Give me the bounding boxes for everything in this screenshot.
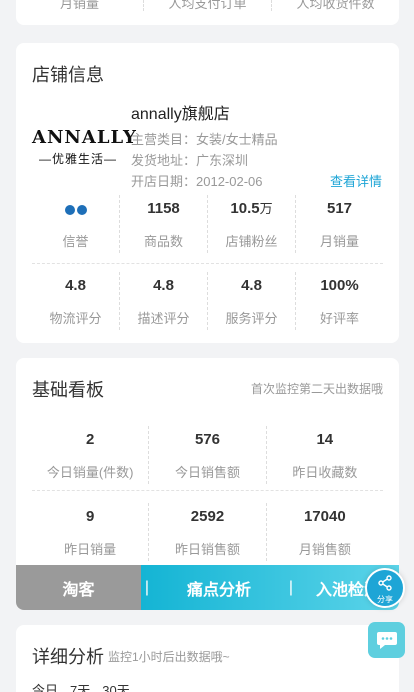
stat-label: 昨日销售额	[174, 542, 240, 557]
stat-label: 月销量	[319, 234, 359, 249]
stat-value: 4.8	[65, 277, 86, 294]
stat-fans: 10.5万 店铺粉丝	[207, 195, 295, 253]
stat-value: 576	[194, 431, 220, 448]
stat-value: 2592	[190, 508, 225, 525]
stat-value: 4.8	[241, 277, 262, 294]
stat-today-sales-count: 2 今日销量(件数)	[32, 426, 148, 484]
shop-logo-text: ANNALLY	[32, 127, 137, 148]
view-details-link[interactable]: 查看详情	[330, 171, 382, 190]
board-title: 基础看板	[32, 380, 104, 400]
stat-label: 今日销售额	[174, 465, 240, 480]
summary-card-partial: 月销量 人均支付订单 人均收货件数	[16, 0, 399, 25]
stat-label: 物流评分	[49, 311, 102, 326]
stat-value: 2	[85, 431, 95, 448]
divider	[32, 263, 383, 264]
shop-category: 主营类目：女装/女士精品	[131, 132, 278, 147]
stat-positive-rate: 100% 好评率	[295, 272, 383, 330]
share-label: 分享	[377, 595, 393, 604]
stat-yesterday-sales: 9 昨日销量	[32, 503, 148, 561]
tab-today[interactable]: 今日	[32, 680, 58, 692]
summary-label: 人均支付订单	[143, 0, 271, 11]
share-icon	[378, 575, 392, 591]
stat-label: 店铺粉丝	[225, 234, 278, 249]
detail-analysis-card: 详细分析 监控1小时后出数据哦~ 今日 7天 30天	[16, 625, 399, 692]
stat-logistics: 4.8 物流评分	[32, 272, 119, 330]
stat-product-count: 1158 商品数	[119, 195, 207, 253]
divider	[32, 490, 383, 491]
shop-open-date: 开店日期：2012-02-06	[131, 174, 263, 189]
stat-value: 14	[316, 431, 334, 448]
stat-label: 昨日收藏数	[292, 465, 358, 480]
stat-today-revenue: 576 今日销售额	[148, 426, 265, 484]
detail-title: 详细分析	[32, 647, 104, 667]
shop-rating-row: 4.8 物流评分 4.8 描述评分 4.8 服务评分 100% 好评率	[32, 272, 383, 330]
tab-7-days[interactable]: 7天	[70, 680, 90, 692]
shop-info-card: 店铺信息 ANNALLY —优雅生活— annally旗舰店 主营类目：女装/女…	[16, 43, 399, 343]
chat-button[interactable]	[368, 622, 405, 658]
stat-description: 4.8 描述评分	[119, 272, 207, 330]
stat-value: 4.8	[153, 277, 174, 294]
stat-value: 10.5	[230, 200, 260, 217]
stat-label: 服务评分	[225, 311, 278, 326]
stat-value: 17040	[303, 508, 346, 525]
stat-yesterday-favorites: 14 昨日收藏数	[265, 426, 383, 484]
tab-separator: |	[144, 578, 150, 596]
stat-label: 今日销量(件数)	[46, 465, 134, 480]
function-tabbar: 淘客 | 痛点分析 | 入池检测	[16, 565, 399, 610]
stat-monthly-revenue: 17040 月销售额	[265, 503, 383, 561]
summary-label: 月销量	[59, 0, 99, 11]
shop-name: annally旗舰店	[131, 106, 230, 123]
tab-pain-analysis[interactable]: 痛点分析	[153, 576, 285, 600]
stat-label: 描述评分	[137, 311, 190, 326]
stat-label: 昨日销量	[64, 542, 117, 557]
stat-label: 好评率	[319, 311, 359, 326]
chat-icon	[376, 632, 397, 649]
stat-monthly-sales: 517 月销量	[295, 195, 383, 253]
tab-taoke[interactable]: 淘客	[16, 565, 141, 610]
stat-value: 100%	[320, 277, 359, 294]
stat-service: 4.8 服务评分	[207, 272, 295, 330]
board-hint: 首次监控第二天出数据哦	[250, 382, 383, 396]
summary-label: 人均收货件数	[271, 0, 399, 11]
tab-separator: |	[288, 578, 294, 596]
stat-label: 月销售额	[298, 542, 351, 557]
stat-label: 信誉	[62, 234, 89, 249]
shop-logo: ANNALLY —优雅生活—	[32, 127, 137, 167]
board-stats-row: 2 今日销量(件数) 576 今日销售额 14 昨日收藏数	[32, 426, 383, 484]
shop-info-title: 店铺信息	[32, 65, 104, 85]
shop-address: 发货地址：广东深圳	[131, 153, 249, 168]
detail-hint: 监控1小时后出数据哦~	[108, 650, 230, 664]
stat-value: 1158	[147, 200, 180, 217]
tab-30-days[interactable]: 30天	[102, 680, 129, 692]
basic-board-card: 基础看板 首次监控第二天出数据哦 2 今日销量(件数) 576 今日销售额 14…	[16, 358, 399, 610]
share-button[interactable]: 分享	[365, 568, 405, 608]
shop-logo-slogan: —优雅生活—	[38, 152, 117, 166]
credit-diamond-icon	[64, 205, 87, 215]
stat-credit: 信誉	[32, 195, 119, 253]
stat-unit: 万	[259, 201, 273, 216]
period-tabs: 今日 7天 30天	[32, 680, 130, 692]
shop-stats-row: 信誉 1158 商品数 10.5万 店铺粉丝 517 月销量	[32, 195, 383, 253]
stat-value: 517	[326, 200, 353, 217]
stat-label: 商品数	[143, 234, 183, 249]
stat-value: 9	[85, 508, 95, 525]
board-stats-row: 9 昨日销量 2592 昨日销售额 17040 月销售额	[32, 503, 383, 561]
stat-yesterday-revenue: 2592 昨日销售额	[148, 503, 265, 561]
